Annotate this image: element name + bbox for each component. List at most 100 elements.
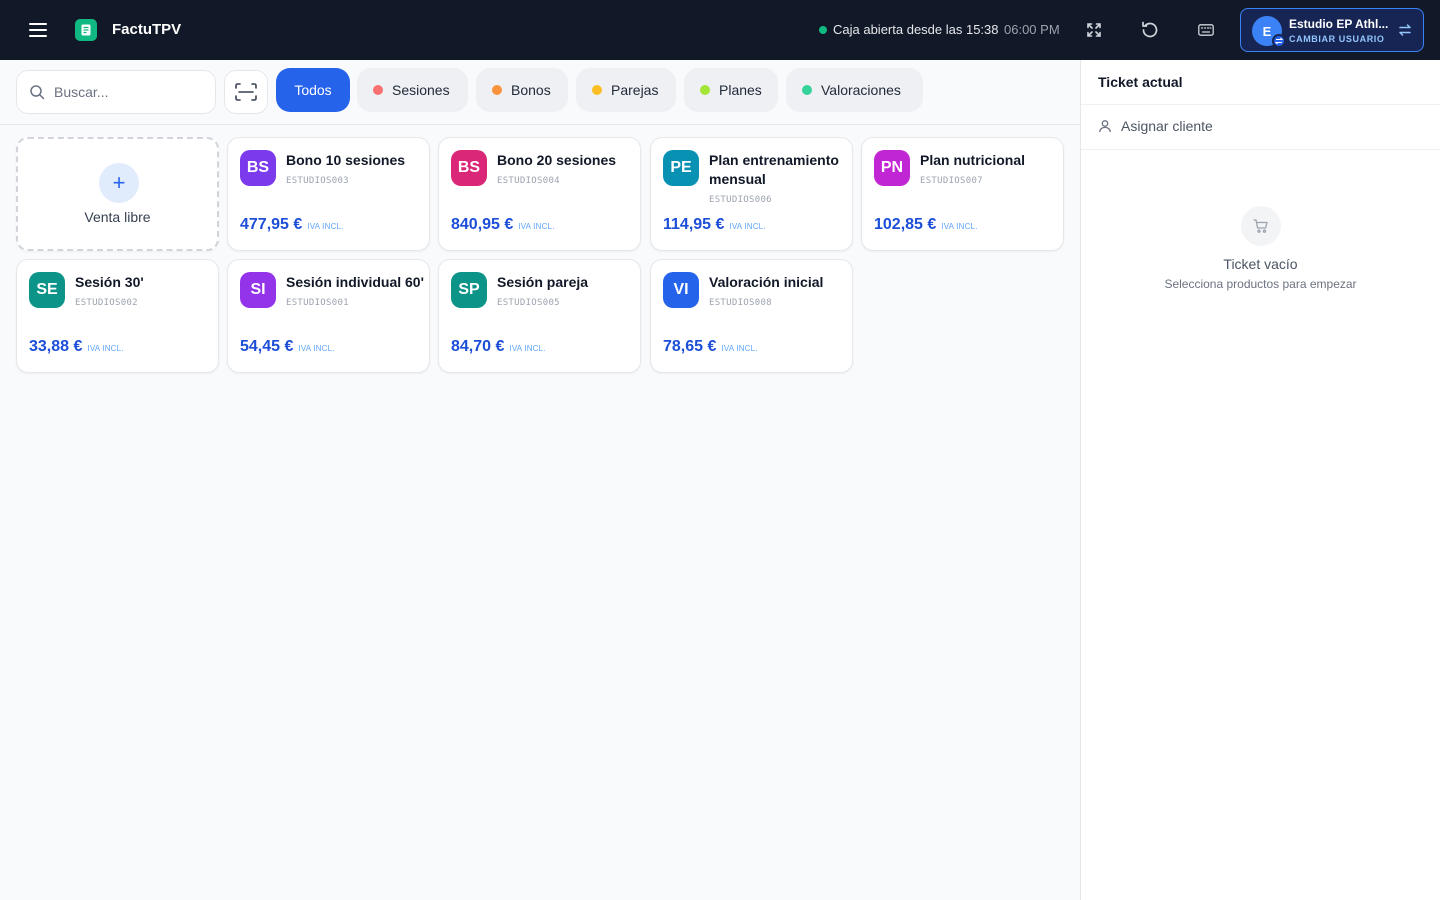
product-initials: VI xyxy=(663,272,699,308)
tax-label: IVA INCL. xyxy=(941,222,978,231)
product-name: Sesión pareja xyxy=(497,274,589,290)
product-card[interactable]: BS Bono 20 sesiones ESTUDIOS004 840,95 €… xyxy=(438,137,641,251)
filter-label: Todos xyxy=(294,82,332,98)
product-code: ESTUDIOS005 xyxy=(497,298,560,308)
empty-ticket-subtitle: Selecciona productos para empezar xyxy=(1164,277,1357,291)
filter-todos[interactable]: Todos xyxy=(276,68,350,112)
category-dot xyxy=(802,85,812,95)
product-initials: PN xyxy=(874,150,910,186)
product-price: 114,95 € IVA INCL. xyxy=(663,216,766,234)
price-amount: 78,65 € xyxy=(663,338,717,355)
product-price: 102,85 € IVA INCL. xyxy=(874,216,978,234)
menu-button[interactable] xyxy=(22,16,54,44)
filter-label: Valoraciones xyxy=(821,82,901,98)
receipt-logo-icon xyxy=(75,19,97,41)
product-name: Sesión 30' xyxy=(75,274,144,290)
status-dot xyxy=(819,25,827,34)
tax-label: IVA INCL. xyxy=(298,344,335,353)
product-card[interactable]: PN Plan nutricional ESTUDIOS007 102,85 €… xyxy=(861,137,1064,251)
search-input[interactable] xyxy=(54,84,204,100)
product-price: 840,95 € IVA INCL. xyxy=(451,216,555,234)
product-info: Sesión 30' ESTUDIOS002 xyxy=(75,273,213,313)
empty-ticket-title: Ticket vacío xyxy=(1223,256,1298,272)
product-card[interactable]: VI Valoración inicial ESTUDIOS008 78,65 … xyxy=(650,259,853,373)
filter-label: Parejas xyxy=(611,82,659,98)
product-toolbar: Todos Sesiones Bonos Parejas Planes Valo… xyxy=(0,60,1080,125)
product-initials: PE xyxy=(663,150,699,186)
category-dot xyxy=(373,85,383,95)
price-amount: 102,85 € xyxy=(874,216,937,233)
product-info: Valoración inicial ESTUDIOS008 xyxy=(709,273,847,313)
product-price: 84,70 € IVA INCL. xyxy=(451,338,546,356)
product-code: ESTUDIOS003 xyxy=(286,176,349,186)
cart-icon xyxy=(1241,206,1281,246)
price-amount: 840,95 € xyxy=(451,216,514,233)
price-amount: 54,45 € xyxy=(240,338,294,355)
divider xyxy=(1081,149,1440,150)
product-price: 54,45 € IVA INCL. xyxy=(240,338,335,356)
product-code: ESTUDIOS004 xyxy=(497,176,560,186)
user-name: Estudio EP Athl... xyxy=(1289,17,1389,31)
filter-label: Sesiones xyxy=(392,82,450,98)
keyboard-button[interactable] xyxy=(1193,17,1219,43)
divider xyxy=(1081,104,1440,105)
switch-badge-icon xyxy=(1272,34,1286,48)
product-initials: SI xyxy=(240,272,276,308)
user-switcher[interactable]: E Estudio EP Athl... CAMBIAR USUARIO xyxy=(1240,8,1424,52)
product-card[interactable]: SI Sesión individual 60' ESTUDIOS001 54,… xyxy=(227,259,430,373)
app-name: FactuTPV xyxy=(112,21,182,38)
assign-client-button[interactable]: Asignar cliente xyxy=(1098,118,1213,134)
tax-label: IVA INCL. xyxy=(87,344,124,353)
scan-button[interactable] xyxy=(224,70,268,114)
ticket-panel: Ticket actual Asignar cliente Ticket vac… xyxy=(1080,60,1440,900)
price-amount: 33,88 € xyxy=(29,338,83,355)
top-bar: FactuTPV Caja abierta desde las 15:38 06… xyxy=(0,0,1440,60)
free-sale-label: Venta libre xyxy=(84,209,151,225)
filter-valoraciones[interactable]: Valoraciones xyxy=(786,68,923,112)
product-initials: BS xyxy=(240,150,276,186)
product-code: ESTUDIOS002 xyxy=(75,298,138,308)
product-initials: SP xyxy=(451,272,487,308)
product-name: Plan nutricional xyxy=(920,152,1026,168)
product-name: Valoración inicial xyxy=(709,274,824,290)
product-card[interactable]: BS Bono 10 sesiones ESTUDIOS003 477,95 €… xyxy=(227,137,430,251)
product-info: Plan entrenamiento mensual ESTUDIOS006 xyxy=(709,151,847,210)
refresh-button[interactable] xyxy=(1137,17,1163,43)
product-code: ESTUDIOS006 xyxy=(709,195,772,205)
product-info: Sesión pareja ESTUDIOS005 xyxy=(497,273,635,313)
caja-status-text: Caja abierta desde las 15:38 xyxy=(833,22,999,37)
product-code: ESTUDIOS001 xyxy=(286,298,349,308)
filter-parejas[interactable]: Parejas xyxy=(576,68,676,112)
category-dot xyxy=(700,85,710,95)
fullscreen-icon xyxy=(1087,23,1101,37)
clock: 06:00 PM xyxy=(1004,22,1060,37)
product-price: 33,88 € IVA INCL. xyxy=(29,338,124,356)
plus-icon: + xyxy=(99,163,139,203)
product-info: Bono 10 sesiones ESTUDIOS003 xyxy=(286,151,424,191)
product-card[interactable]: SP Sesión pareja ESTUDIOS005 84,70 € IVA… xyxy=(438,259,641,373)
filter-planes[interactable]: Planes xyxy=(684,68,778,112)
product-name: Sesión individual 60' xyxy=(286,274,424,290)
tax-label: IVA INCL. xyxy=(721,344,758,353)
price-amount: 84,70 € xyxy=(451,338,505,355)
product-name: Plan entrenamiento mensual xyxy=(709,152,839,187)
fullscreen-button[interactable] xyxy=(1081,17,1107,43)
product-info: Plan nutricional ESTUDIOS007 xyxy=(920,151,1058,191)
free-sale-button[interactable]: + Venta libre xyxy=(16,137,219,251)
product-info: Sesión individual 60' ESTUDIOS001 xyxy=(286,273,424,313)
product-card[interactable]: PE Plan entrenamiento mensual ESTUDIOS00… xyxy=(650,137,853,251)
product-name: Bono 20 sesiones xyxy=(497,152,617,168)
search-box xyxy=(16,70,216,114)
filter-label: Planes xyxy=(719,82,762,98)
menu-icon xyxy=(29,23,47,37)
product-initials: SE xyxy=(29,272,65,308)
filter-sesiones[interactable]: Sesiones xyxy=(357,68,468,112)
tax-label: IVA INCL. xyxy=(729,222,766,231)
product-card[interactable]: SE Sesión 30' ESTUDIOS002 33,88 € IVA IN… xyxy=(16,259,219,373)
product-initials: BS xyxy=(451,150,487,186)
category-dot xyxy=(492,85,502,95)
product-code: ESTUDIOS008 xyxy=(709,298,772,308)
filter-bonos[interactable]: Bonos xyxy=(476,68,568,112)
swap-icon xyxy=(1399,24,1411,36)
tax-label: IVA INCL. xyxy=(518,222,555,231)
